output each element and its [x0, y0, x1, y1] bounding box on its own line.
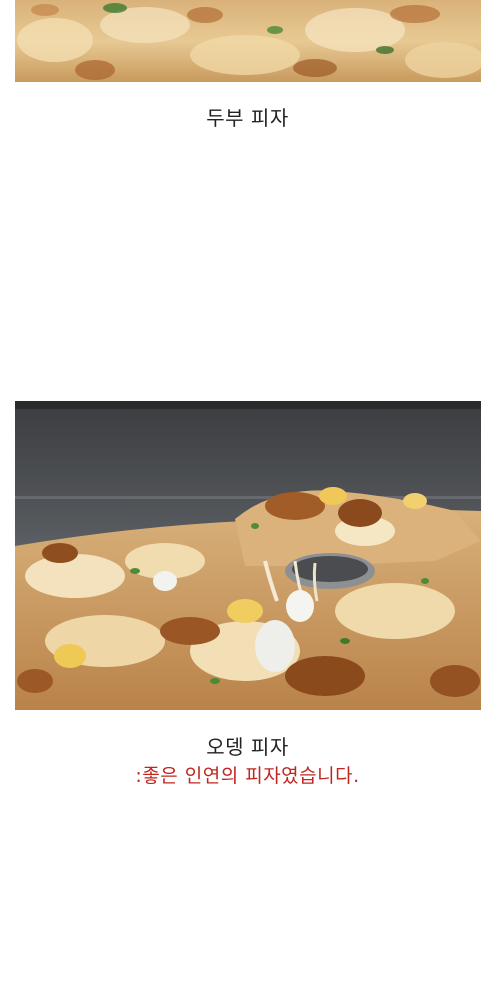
oden-pizza-caption: 오뎅 피자: [206, 735, 289, 759]
oden-pizza-photo: [15, 401, 481, 710]
tofu-pizza-caption: 두부 피자: [206, 106, 289, 130]
oden-pizza-comment: :좋은 인연의 피자였습니다.: [135, 765, 360, 787]
tofu-pizza-photo: [15, 0, 481, 82]
